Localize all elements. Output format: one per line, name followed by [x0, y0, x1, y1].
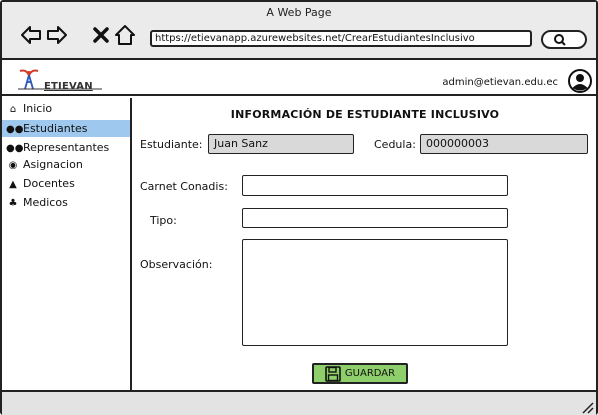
guardar-label: GUARDAR [344, 368, 396, 379]
close-x-icon[interactable] [90, 24, 112, 46]
brand-name: ETIEVAN [44, 81, 93, 92]
sidebar-item-label: Estudiantes [23, 122, 88, 135]
window-title: A Web Page [266, 6, 332, 19]
sidebar-item-label: Representantes [23, 141, 110, 154]
app-header: ETIEVAN admin@etievan.edu.ec [2, 62, 596, 96]
back-arrow-icon[interactable] [20, 24, 42, 46]
sidebar-item-docentes[interactable]: ▲ Docentes [2, 175, 130, 192]
observacion-textarea[interactable] [242, 239, 508, 346]
main-content: INFORMACIÓN DE ESTUDIANTE INCLUSIVO Estu… [134, 98, 596, 390]
carnet-conadis-label: Carnet Conadis: [140, 180, 228, 193]
forward-arrow-icon[interactable] [46, 24, 68, 46]
cedula-field[interactable]: 000000003 [420, 134, 588, 154]
observacion-label: Observación: [140, 258, 213, 271]
tipo-input[interactable] [242, 208, 508, 228]
sidebar-item-inicio[interactable]: ⌂ Inicio [2, 100, 130, 117]
resize-grip-icon[interactable] [580, 400, 594, 414]
browser-window: A Web Page https://etievanapp.azurewebsi… [0, 0, 598, 415]
teacher-icon: ▲ [9, 179, 17, 190]
doctor-icon: ♣ [8, 198, 18, 209]
eye-icon: ◉ [8, 160, 18, 171]
browser-chrome: A Web Page https://etievanapp.azurewebsi… [2, 2, 596, 60]
status-bar [2, 390, 596, 415]
users-icon: ●● [6, 124, 24, 135]
sidebar-item-asignacion[interactable]: ◉ Asignacion [2, 156, 130, 173]
sidebar-item-medicos[interactable]: ♣ Medicos [2, 194, 130, 211]
guardar-button[interactable]: GUARDAR [312, 363, 408, 384]
home-icon: ⌂ [9, 104, 17, 115]
save-disk-icon [325, 365, 341, 382]
estudiante-field[interactable]: Juan Sanz [208, 134, 354, 154]
sidebar-item-label: Inicio [23, 102, 53, 115]
sidebar: ⌂ Inicio ●●Estudiantes ●●Representantes ◉… [2, 98, 132, 390]
group-icon: ●● [6, 143, 24, 154]
user-email[interactable]: admin@etievan.edu.ec [442, 77, 558, 88]
sidebar-item-label: Medicos [23, 196, 68, 209]
browser-search-button[interactable] [541, 30, 587, 49]
sidebar-item-representantes[interactable]: ●●Representantes [2, 139, 130, 156]
estudiante-label: Estudiante: [140, 138, 203, 151]
etievan-logo[interactable]: ETIEVAN [16, 67, 106, 92]
search-icon [554, 34, 566, 46]
sidebar-item-label: Docentes [23, 177, 75, 190]
tipo-label: Tipo: [150, 214, 177, 227]
home-icon[interactable] [114, 24, 136, 46]
user-avatar-icon[interactable] [568, 69, 592, 93]
url-bar[interactable]: https://etievanapp.azurewebsites.net/Cre… [150, 30, 532, 47]
form-title: INFORMACIÓN DE ESTUDIANTE INCLUSIVO [230, 108, 500, 121]
sidebar-item-label: Asignacion [23, 158, 83, 171]
sidebar-item-estudiantes[interactable]: ●●Estudiantes [2, 120, 130, 137]
carnet-conadis-input[interactable] [242, 175, 508, 196]
cedula-label: Cedula: [374, 138, 416, 151]
